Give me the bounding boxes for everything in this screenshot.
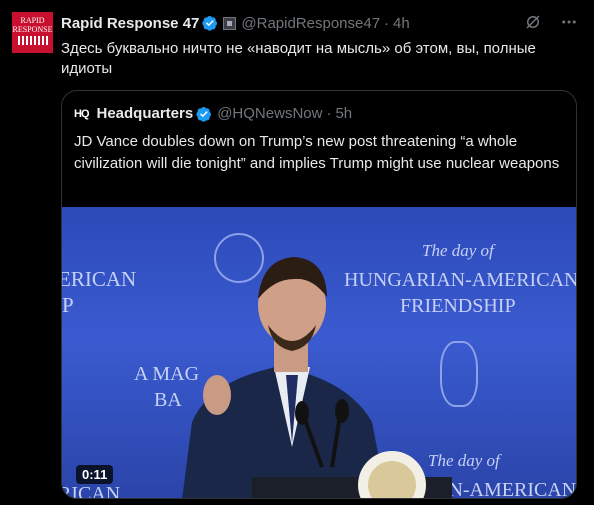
- separator-dot: ·: [326, 105, 332, 122]
- author-name[interactable]: Rapid Response 47: [61, 15, 199, 32]
- quoted-author-handle[interactable]: @HQNewsNow: [217, 105, 322, 122]
- verified-badge-icon: [202, 16, 218, 31]
- author-handle[interactable]: @RapidResponse47: [241, 15, 380, 32]
- avatar[interactable]: RAPID RESPONSE: [12, 12, 53, 53]
- post-header: Rapid Response 47 @RapidResponse47 · 4h: [61, 13, 582, 33]
- backdrop-text: AN-AMERICAN: [434, 479, 577, 499]
- more-icon[interactable]: [559, 12, 579, 32]
- backdrop-text: P: [62, 293, 74, 317]
- post-actions: [523, 12, 579, 32]
- quoted-post-time[interactable]: 5h: [335, 105, 352, 122]
- quoted-post-header: HQ Headquarters @HQNewsNow · 5h: [74, 105, 352, 122]
- avatar-text-2: RESPONSE: [12, 25, 53, 34]
- avatar-building-icon: [17, 36, 48, 45]
- grok-icon[interactable]: [523, 12, 543, 32]
- post-text: Здесь буквально ничто не «наводит на мыс…: [61, 40, 536, 77]
- video-duration: 0:11: [76, 465, 114, 484]
- quoted-post-text: JD Vance doubles down on Trump’s new pos…: [74, 133, 560, 172]
- quoted-author-name[interactable]: Headquarters: [97, 105, 194, 122]
- quoted-post[interactable]: HQ Headquarters @HQNewsNow · 5h JD Vance…: [61, 90, 577, 499]
- post-time[interactable]: 4h: [393, 15, 410, 32]
- verified-badge-icon: [196, 106, 212, 122]
- backdrop-text: RICAN: [62, 483, 121, 499]
- video-player[interactable]: ERICAN P A MAG BA RICAN The day of HUNGA…: [62, 207, 577, 499]
- affiliate-badge-icon[interactable]: [223, 16, 237, 30]
- podium: [252, 399, 452, 498]
- separator-dot: ·: [384, 14, 390, 32]
- backdrop-text: The day of: [422, 241, 494, 260]
- backdrop-text: ERICAN: [62, 267, 137, 291]
- avatar-text-1: RAPID: [20, 16, 45, 25]
- hq-logo: HQ: [74, 107, 89, 120]
